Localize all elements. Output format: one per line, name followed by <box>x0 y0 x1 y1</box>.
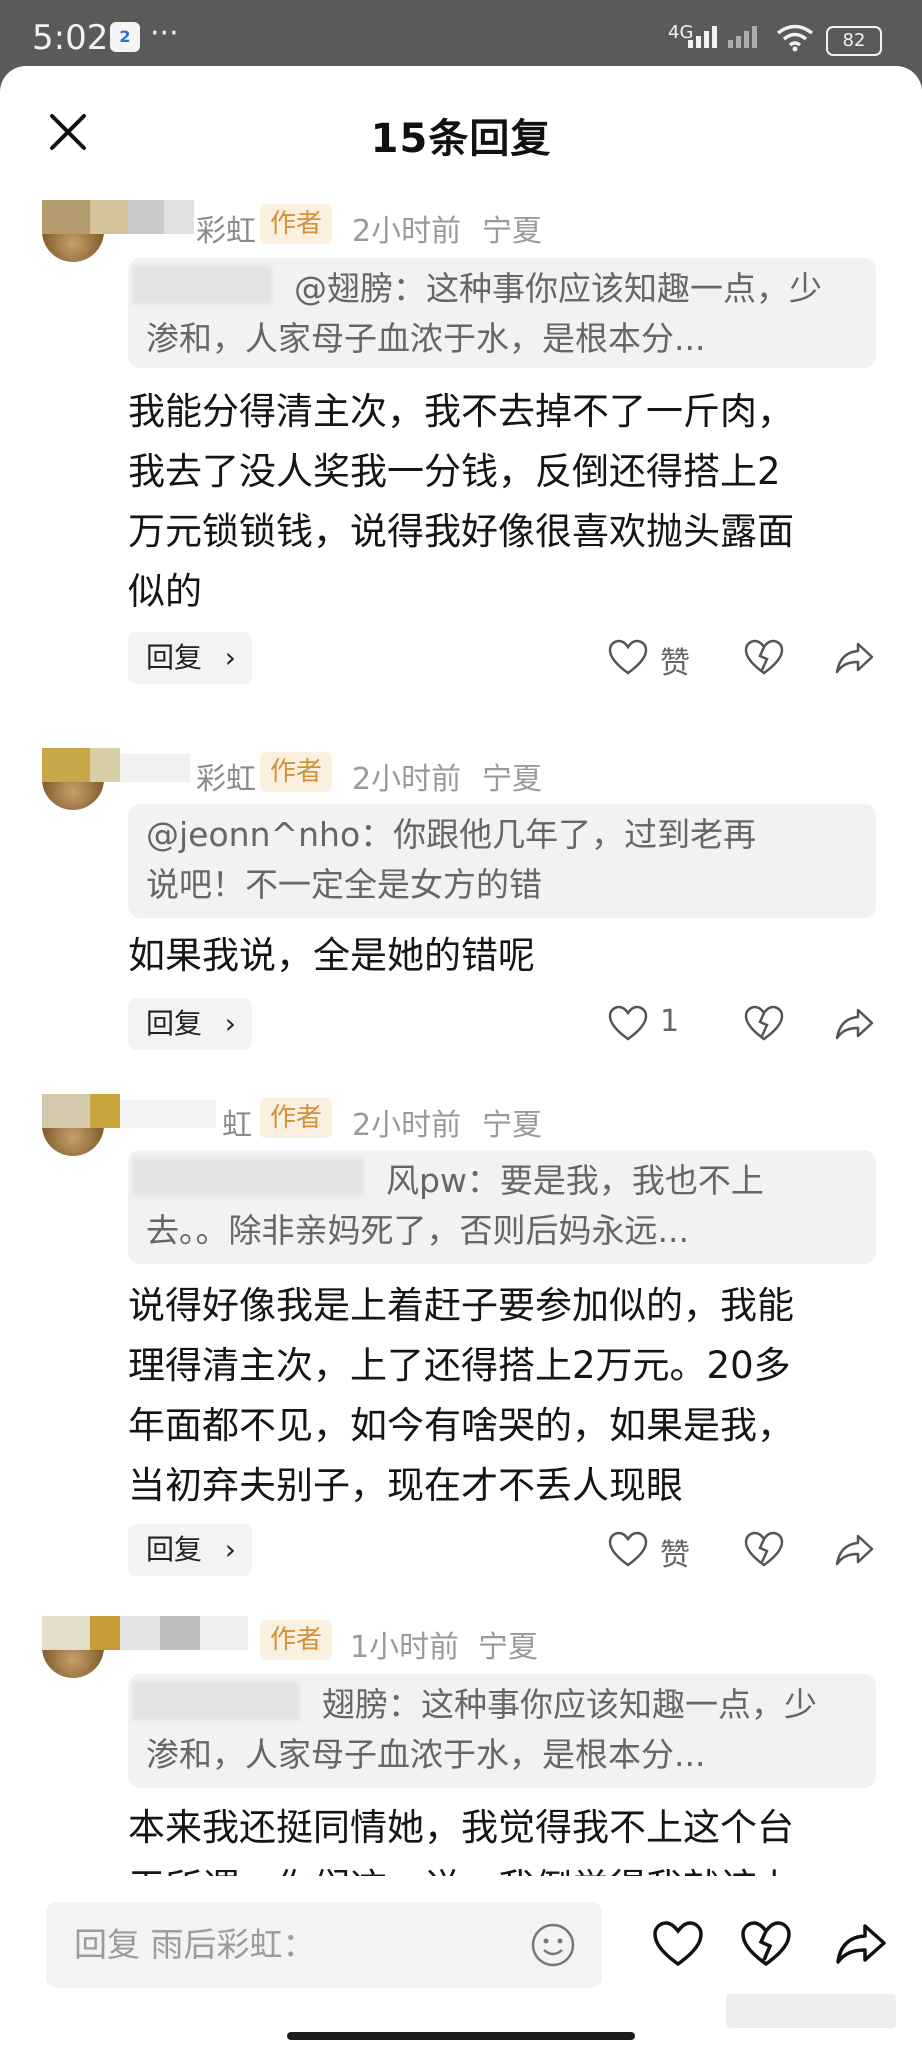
heart-icon[interactable] <box>608 1004 648 1044</box>
comment-location: 宁夏 <box>482 1108 542 1143</box>
share-icon[interactable] <box>834 1920 888 1968</box>
share-icon[interactable] <box>834 1004 876 1044</box>
name-blur <box>90 748 120 782</box>
broken-heart-icon[interactable] <box>744 1004 784 1044</box>
heart-icon[interactable] <box>652 1920 704 1968</box>
sheet-title: 15条回复 <box>370 116 552 162</box>
comment-time: 2小时前 <box>352 762 462 797</box>
comment-actions: 赞 <box>0 1524 922 1576</box>
comment-body: 如果我说，全是她的错呢 <box>128 926 888 986</box>
share-icon[interactable] <box>834 638 876 678</box>
comment-location: 宁夏 <box>482 762 542 797</box>
quote-line: 渗和，人家母子血浓于水，是根本分... <box>146 1735 706 1774</box>
comment-location: 宁夏 <box>482 214 542 249</box>
comment-item: 彩虹 作者 2小时前 宁夏 @翅膀：这种事你应该知趣一点，少 渗和，人家母子血浓… <box>0 200 922 760</box>
heart-icon[interactable] <box>608 1530 648 1570</box>
watermark <box>726 1994 896 2028</box>
name-blur <box>90 1094 120 1128</box>
name-blur <box>200 1616 248 1650</box>
author-tag: 作者 <box>260 752 332 792</box>
author-name[interactable]: 彩虹 <box>196 754 256 798</box>
comment-actions: 1 <box>0 998 922 1050</box>
quote-blur <box>132 1682 300 1720</box>
name-blur <box>164 200 194 234</box>
body-line: 理得清主次，上了还得搭上2万元。20多 <box>128 1344 791 1387</box>
avatar-blur <box>42 200 90 234</box>
comment-body: 我能分得清主次，我不去掉不了一斤肉， 我去了没人奖我一分钱，反倒还得搭上2 万元… <box>128 382 888 622</box>
heart-icon[interactable] <box>608 638 648 678</box>
name-blur <box>120 1616 160 1650</box>
comment-time: 2小时前 <box>352 214 462 249</box>
author-name[interactable]: 彩虹 <box>196 206 256 250</box>
avatar-blur <box>42 1094 90 1128</box>
body-line: 似的 <box>128 570 202 613</box>
author-tag: 作者 <box>260 204 332 244</box>
quoted-comment[interactable]: @jeonn^nho：你跟他几年了，过到老再 说吧！不一定全是女方的错 <box>128 804 876 918</box>
comment-time: 2小时前 <box>352 1108 462 1143</box>
quote-blur <box>132 1158 364 1196</box>
author-tag: 作者 <box>260 1098 332 1138</box>
body-line: 如果我说，全是她的错呢 <box>128 934 535 977</box>
comment-actions: 赞 <box>0 632 922 684</box>
broken-heart-icon[interactable] <box>744 638 784 678</box>
quote-line: 去。。除非亲妈死了，否则后妈永远... <box>146 1211 689 1250</box>
comment-time: 1小时前 <box>350 1630 460 1665</box>
broken-heart-icon[interactable] <box>740 1920 792 1968</box>
name-blur <box>120 1100 216 1128</box>
body-line: 我去了没人奖我一分钱，反倒还得搭上2 <box>128 450 781 493</box>
name-blur <box>90 1616 120 1650</box>
name-blur <box>128 200 164 234</box>
quote-line: 渗和，人家母子血浓于水，是根本分... <box>146 319 706 358</box>
comment-location: 宁夏 <box>478 1630 538 1665</box>
like-count[interactable]: 赞 <box>660 638 690 682</box>
reply-input[interactable]: 回复 雨后彩虹： <box>46 1902 602 1988</box>
comment-item: 彩虹 作者 2小时前 宁夏 @jeonn^nho：你跟他几年了，过到老再 说吧！… <box>0 748 922 1108</box>
wifi-icon <box>776 24 814 52</box>
quoted-comment[interactable]: @翅膀：这种事你应该知趣一点，少 渗和，人家母子血浓于水，是根本分... <box>128 258 876 368</box>
status-bar: 5:02 2 ··· 4G 82 <box>0 0 922 66</box>
status-time: 5:02 <box>32 18 109 58</box>
share-icon[interactable] <box>834 1530 876 1570</box>
author-tag: 作者 <box>260 1620 332 1660</box>
name-blur <box>120 754 190 782</box>
avatar-blur <box>42 748 90 782</box>
quoted-comment[interactable]: 翅膀：这种事你应该知趣一点，少 渗和，人家母子血浓于水，是根本分... <box>128 1674 876 1788</box>
replies-sheet: 15条回复 彩虹 作者 2小时前 宁夏 @翅膀：这种事你应该知趣一点，少 渗和，… <box>0 66 922 2048</box>
body-line: 万元锁锁钱，说得我好像很喜欢抛头露面 <box>128 510 794 553</box>
comment-item: 虹 作者 2小时前 宁夏 风pw：要是我，我也不上 去。。除非亲妈死了，否则后妈… <box>0 1094 922 1634</box>
body-line: 说得好像我是上着赶子要参加似的，我能 <box>128 1284 794 1327</box>
body-line: 年面都不见，如今有啥哭的，如果是我， <box>128 1404 794 1447</box>
quoted-comment[interactable]: 风pw：要是我，我也不上 去。。除非亲妈死了，否则后妈永远... <box>128 1150 876 1264</box>
body-line: 当初弃夫别子，现在才不丢人现眼 <box>128 1464 683 1507</box>
body-line: 我能分得清主次，我不去掉不了一斤肉， <box>128 390 794 433</box>
signal-icon <box>688 26 717 48</box>
name-blur <box>90 200 128 234</box>
app-badge-icon: 2 <box>110 22 140 52</box>
avatar-blur <box>42 1616 90 1650</box>
smiley-icon[interactable] <box>530 1922 576 1968</box>
battery-indicator: 82 <box>826 26 882 56</box>
comment-body: 说得好像我是上着赶子要参加似的，我能 理得清主次，上了还得搭上2万元。20多 年… <box>128 1276 888 1516</box>
body-line: 本来我还挺同情她，我觉得我不上这个台 <box>128 1806 794 1849</box>
quote-line: @jeonn^nho：你跟他几年了，过到老再 <box>146 815 757 854</box>
like-count[interactable]: 1 <box>660 1004 679 1039</box>
quote-blur <box>132 266 272 304</box>
name-blur <box>160 1616 200 1650</box>
signal-secondary-icon <box>728 26 757 48</box>
home-indicator[interactable] <box>287 2032 635 2040</box>
more-notifications-icon: ··· <box>150 16 179 51</box>
like-count[interactable]: 赞 <box>660 1530 690 1574</box>
quote-line: 说吧！不一定全是女方的错 <box>146 865 542 904</box>
author-name[interactable]: 虹 <box>222 1100 252 1144</box>
broken-heart-icon[interactable] <box>744 1530 784 1570</box>
